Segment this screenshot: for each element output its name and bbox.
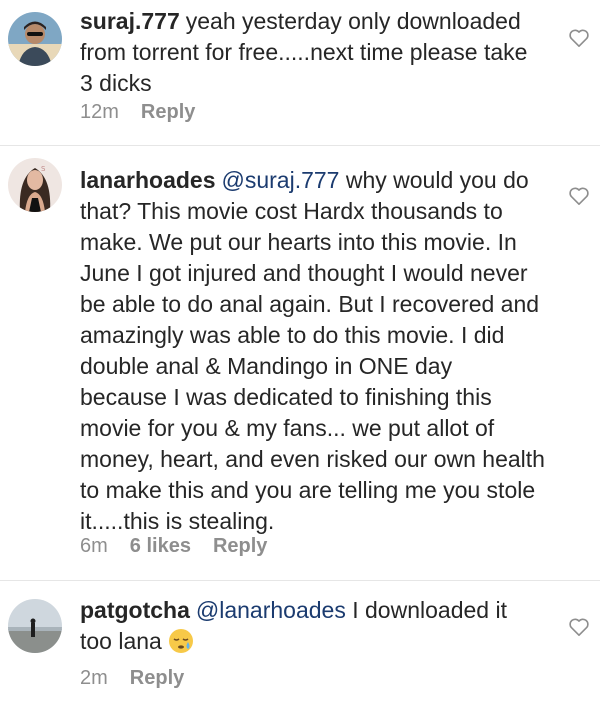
comment-meta: 6m 6 likes Reply [80,535,289,558]
mention-link[interactable]: @suraj.777 [222,167,340,193]
comment-username[interactable]: suraj.777 [80,8,180,34]
comment-username[interactable]: lanarhoades [80,167,216,193]
comment-meta: 12m Reply [80,101,217,124]
avatar[interactable] [8,12,62,66]
avatar[interactable]: S [8,158,62,212]
profile-photo-woman-icon: S [8,158,62,212]
comment-time: 6m [80,535,108,557]
profile-photo-beach-icon [8,599,62,653]
reply-button[interactable]: Reply [130,667,184,689]
svg-text:S: S [41,165,46,173]
comment-lanarhoades: S lanarhoades @suraj.777 why would you do… [0,146,600,580]
profile-photo-man-icon [8,12,62,66]
comment-meta: 2m Reply [80,667,206,690]
comment-time: 12m [80,101,119,123]
heart-outline-icon[interactable] [568,617,590,637]
comment-body: suraj.777 yeah yesterday only downloaded … [80,6,545,99]
sleepy-face-emoji-icon [169,629,194,653]
comment-patgotcha: patgotcha @lanarhoades I downloaded it to… [0,581,600,702]
comment-body: patgotcha @lanarhoades I downloaded it to… [80,595,545,657]
comment-body: lanarhoades @suraj.777 why would you do t… [80,165,545,537]
heart-outline-icon[interactable] [568,186,590,206]
reply-button[interactable]: Reply [213,535,267,557]
comment-username[interactable]: patgotcha [80,597,190,623]
mention-link[interactable]: @lanarhoades [196,597,346,623]
likes-count[interactable]: 6 likes [130,535,191,557]
comment-suraj: suraj.777 yeah yesterday only downloaded … [0,0,600,145]
comment-time: 2m [80,667,108,689]
comment-text: why would you do that? This movie cost H… [80,167,545,534]
avatar[interactable] [8,599,62,653]
heart-outline-icon[interactable] [568,28,590,48]
reply-button[interactable]: Reply [141,101,195,123]
